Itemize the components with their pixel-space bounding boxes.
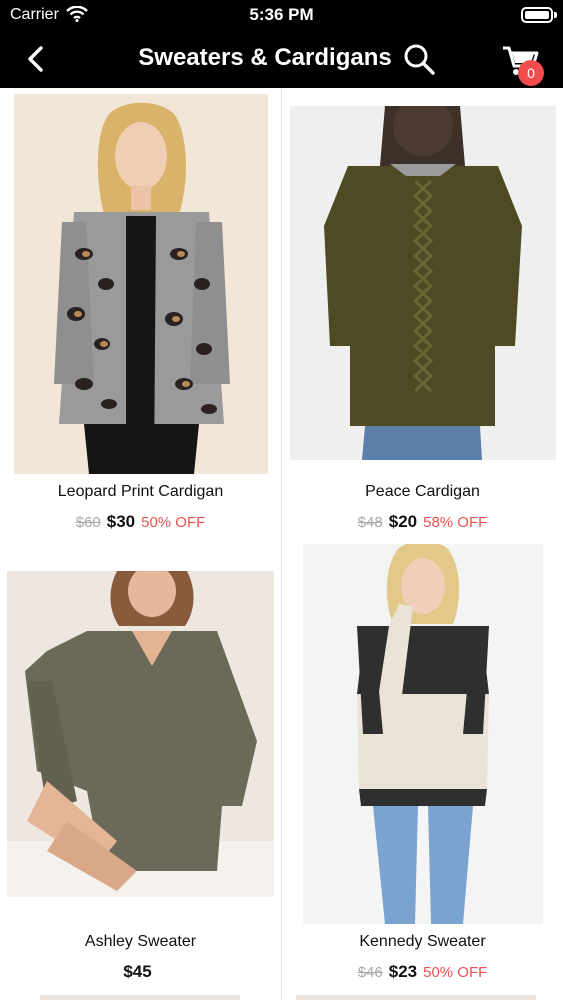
product-image (290, 106, 556, 460)
product-card-ashley-sweater[interactable]: Ashley Sweater $45 (0, 538, 281, 988)
cart-count-badge: 0 (518, 60, 544, 86)
sale-price: $30 (106, 512, 136, 531)
battery-icon (521, 7, 557, 23)
search-icon[interactable] (400, 40, 438, 78)
price-row: $48 $20 58% OFF (282, 512, 563, 532)
product-image (14, 94, 268, 474)
next-product-image (296, 995, 536, 1000)
discount-label: 50% OFF (423, 964, 488, 981)
product-card-leopard-print-cardigan[interactable]: Leopard Print Cardigan $60 $30 50% OFF (0, 88, 281, 538)
nav-bar: Sweaters & Cardigans 0 (0, 30, 563, 88)
product-grid: Leopard Print Cardigan $60 $30 50% OFF Pea… (0, 88, 563, 1000)
discount-label: 50% OFF (141, 514, 206, 531)
sale-price: $45 (123, 962, 152, 981)
next-product-image (40, 995, 240, 1000)
price-row: $45 (0, 962, 281, 982)
sale-price: $20 (388, 512, 418, 531)
product-image (7, 571, 274, 897)
product-card-peace-cardigan[interactable]: Peace Cardigan $48 $20 58% OFF (282, 88, 563, 538)
page-title: Sweaters & Cardigans (138, 44, 392, 71)
discount-label: 58% OFF (423, 514, 488, 531)
sale-price: $23 (388, 962, 418, 981)
product-name: Kennedy Sweater (359, 933, 486, 950)
original-price: $48 (357, 514, 383, 531)
product-name: Peace Cardigan (365, 483, 480, 500)
product-name: Leopard Print Cardigan (57, 483, 224, 500)
back-button[interactable] (20, 42, 54, 76)
product-card-kennedy-sweater[interactable]: Kennedy Sweater $46 $23 50% OFF (282, 538, 563, 988)
original-price: $60 (75, 514, 101, 531)
price-row: $46 $23 50% OFF (282, 962, 563, 982)
price-row: $60 $30 50% OFF (0, 512, 281, 532)
product-name: Ashley Sweater (84, 933, 197, 950)
product-image (303, 544, 543, 924)
status-bar: Carrier 5:36 PM (0, 0, 563, 30)
original-price: $46 (357, 964, 383, 981)
status-time: 5:36 PM (249, 5, 314, 24)
